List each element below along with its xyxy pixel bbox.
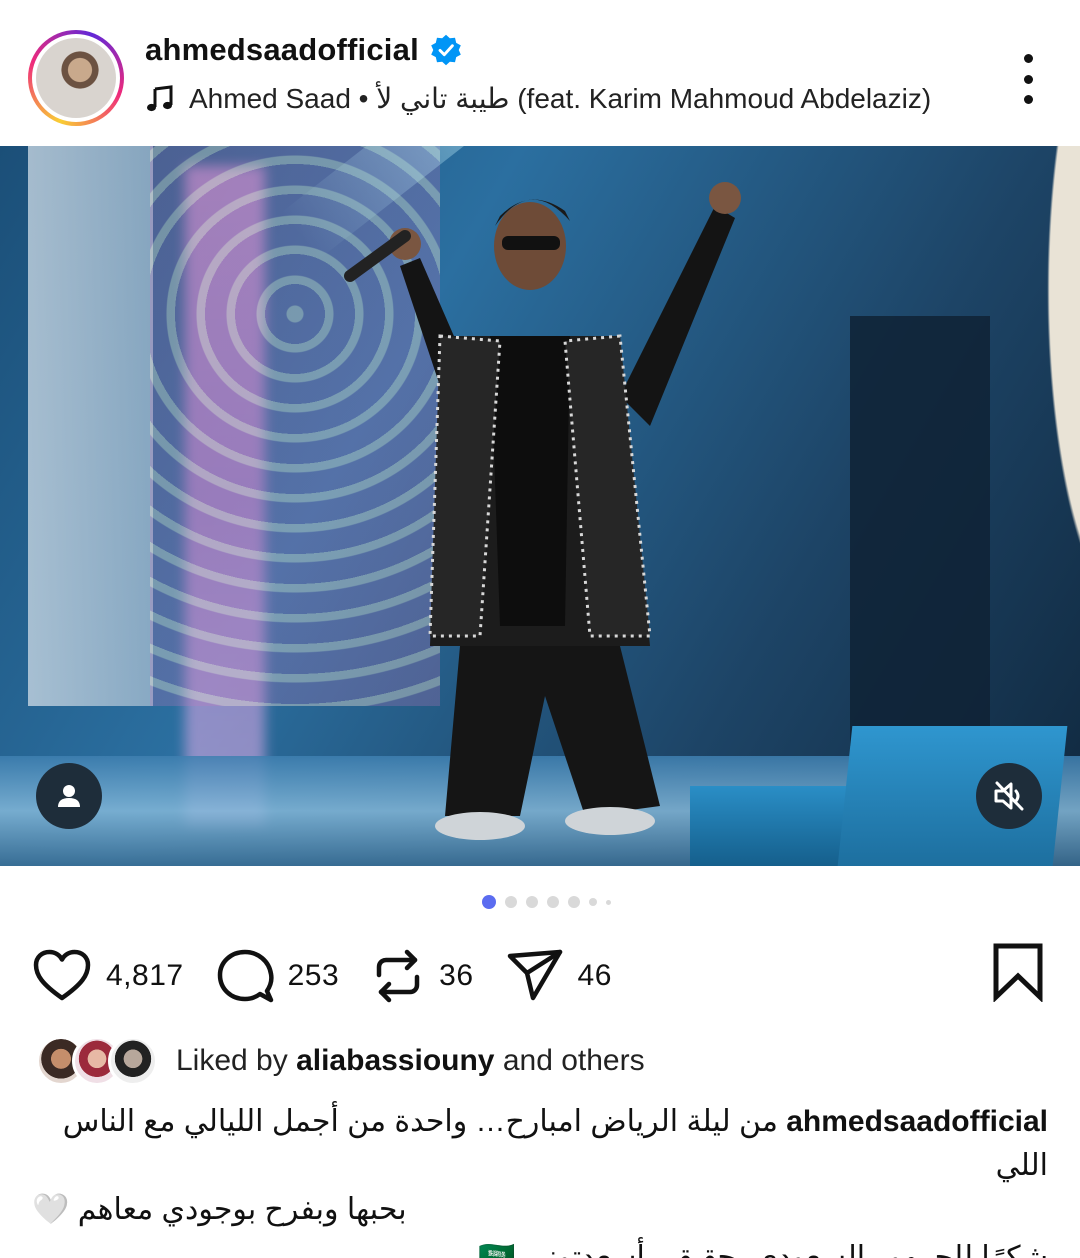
username-row: ahmedsaadofficial [145, 32, 463, 68]
comment-count: 253 [287, 959, 340, 992]
avatar [108, 1036, 158, 1086]
liker-avatars [36, 1036, 158, 1086]
post-header: ahmedsaadofficial Ahmed Saad • طيبة تاني… [0, 0, 1080, 146]
more-options-button[interactable] [1016, 54, 1040, 104]
avatar[interactable] [28, 30, 124, 126]
user-tag-icon [58, 785, 80, 807]
repost-count: 36 [439, 959, 474, 992]
liked-by-user[interactable]: aliabassiouny [296, 1044, 494, 1077]
liked-by-text: Liked by aliabassiouny and others [176, 1044, 645, 1078]
liked-by-suffix: and others [494, 1044, 645, 1077]
carousel-dot[interactable] [588, 898, 597, 906]
carousel-indicator [0, 895, 1080, 909]
speaker-stack [850, 316, 990, 746]
more-dot [1023, 95, 1033, 104]
avatar-photo [36, 38, 116, 118]
action-bar: 4,817 253 36 46 [32, 940, 1048, 1012]
bookmark-icon [993, 943, 1043, 1003]
post-media[interactable] [0, 146, 1080, 866]
song-title: Ahmed Saad • طيبة تاني لأ (feat. Karim M… [189, 83, 932, 114]
music-row[interactable]: Ahmed Saad • طيبة تاني لأ (feat. Karim M… [145, 82, 931, 115]
caption-line-2: بحبها وبفرح بوجودي معاهم 🤍 [32, 1193, 407, 1226]
carousel-dot[interactable] [605, 899, 611, 905]
music-note-icon [147, 84, 173, 111]
liked-by-prefix: Liked by [176, 1044, 297, 1077]
carousel-dot[interactable] [567, 896, 580, 908]
stage-pillar [28, 146, 153, 706]
comment-icon [217, 949, 274, 1003]
liked-by-row[interactable]: Liked by aliabassiouny and others [36, 1036, 645, 1086]
caption-line-1: ahmedsaadofficial من ليلة الرياض امبارح…… [32, 1100, 1048, 1188]
carousel-dot[interactable] [546, 896, 559, 908]
post-caption: ahmedsaadofficial من ليلة الرياض امبارح…… [32, 1100, 1048, 1258]
share-icon [507, 949, 562, 1001]
mute-button[interactable] [976, 763, 1042, 829]
like-count: 4,817 [106, 959, 184, 992]
mute-icon [994, 781, 1024, 811]
comment-button[interactable]: 253 [216, 947, 340, 1005]
repost-icon [376, 949, 420, 1003]
save-button[interactable] [992, 942, 1044, 1007]
like-button[interactable]: 4,817 [32, 948, 184, 1004]
avatar-inner [32, 34, 120, 122]
carousel-dot[interactable] [525, 896, 538, 908]
share-count: 46 [577, 959, 612, 992]
tagged-people-button[interactable] [36, 763, 102, 829]
caption-line-3: شكرًا للجمهور السعودي، حقيقي أسعدتوني 🇸🇦 [478, 1241, 1048, 1258]
share-button[interactable]: 46 [506, 947, 612, 1005]
verified-badge-icon [431, 34, 461, 66]
heart-icon [33, 949, 91, 1001]
more-vertical-icon [1023, 54, 1033, 63]
post-username[interactable]: ahmedsaadofficial [145, 32, 419, 68]
carousel-dot-active[interactable] [481, 895, 496, 909]
performer-figure [344, 182, 741, 840]
repost-button[interactable]: 36 [371, 947, 473, 1005]
caption-username[interactable]: ahmedsaadofficial [786, 1105, 1048, 1138]
carousel-dot[interactable] [504, 896, 517, 908]
more-dot [1023, 74, 1033, 84]
